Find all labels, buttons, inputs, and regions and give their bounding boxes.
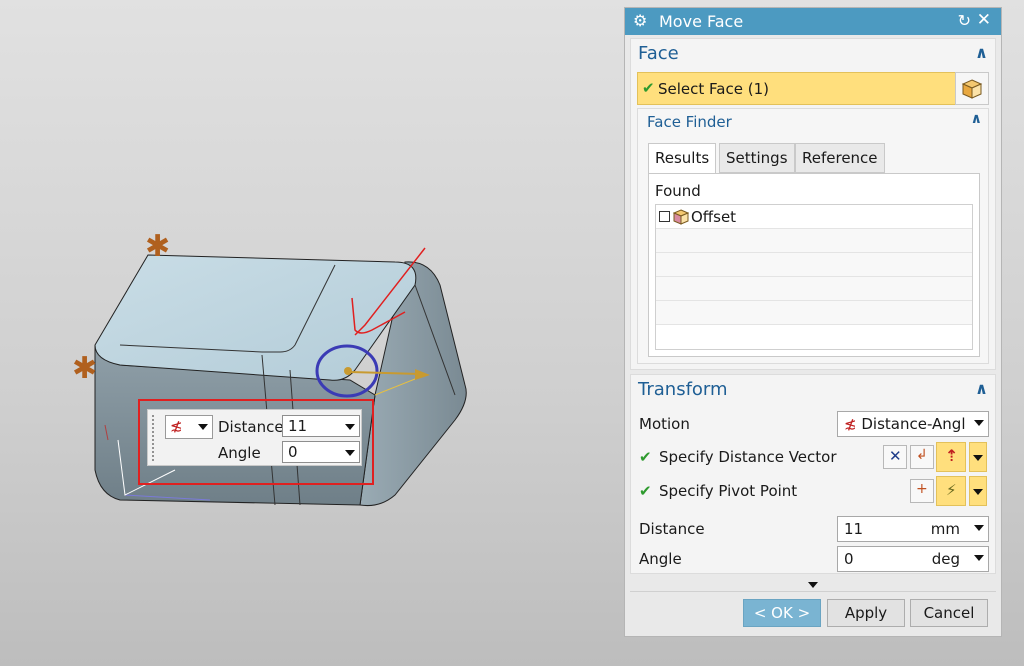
show-more-icon[interactable]	[808, 582, 818, 588]
distance-angle-icon: ≴	[844, 415, 857, 433]
gear-icon[interactable]: ⚙	[633, 11, 647, 30]
motion-dropdown[interactable]: ≴ Distance-Angl	[837, 411, 989, 437]
reverse-direction-icon: ↲	[916, 447, 928, 463]
transform-group-header: Transform	[638, 379, 728, 400]
vector-cross-icon: ✕	[889, 447, 902, 465]
drag-handle[interactable]	[151, 414, 156, 463]
check-icon: ✔	[639, 482, 652, 500]
osi-distance-label: Distance	[218, 418, 284, 436]
apply-button[interactable]: Apply	[827, 599, 905, 627]
face-finder-panel: Face Finder ∧ Results Settings Reference…	[637, 108, 989, 364]
chevron-down-icon	[974, 555, 984, 561]
angle-label: Angle	[639, 550, 682, 568]
inferred-point-button[interactable]: ⚡	[936, 476, 966, 506]
chevron-down-icon	[345, 424, 355, 430]
osi-distance-field[interactable]: 11	[282, 415, 360, 437]
check-icon: ✔	[642, 79, 655, 97]
distance-unit: mm	[930, 520, 960, 538]
point-dialog-button[interactable]: +	[910, 479, 934, 503]
osi-angle-field[interactable]: 0	[282, 441, 360, 463]
angle-unit: deg	[931, 550, 960, 568]
face-group-header: Face	[638, 43, 679, 64]
motion-type-dropdown[interactable]: ≴	[165, 415, 213, 439]
dialog-title: Move Face	[659, 12, 744, 31]
inferred-vector-button[interactable]: ⇡	[936, 442, 966, 472]
on-screen-input-box: ≴ Distance 11 Angle 0	[147, 409, 362, 466]
list-item	[656, 229, 972, 253]
results-list: Offset	[655, 204, 973, 350]
move-face-dialog: ⚙ Move Face ↻ ✕ Face ∧ ✔ Select Face (1)…	[624, 7, 1002, 637]
face-selection-button[interactable]	[955, 72, 989, 105]
angle-field[interactable]: 0 deg	[837, 546, 989, 572]
select-face-row[interactable]: ✔ Select Face (1)	[637, 72, 989, 105]
collapse-icon[interactable]: ∧	[975, 379, 988, 398]
vector-dialog-button[interactable]: ✕	[883, 445, 907, 469]
vector-options-dropdown[interactable]	[969, 442, 987, 472]
reset-icon[interactable]: ↻	[958, 11, 971, 30]
result-label: Offset	[691, 208, 737, 226]
osi-angle-label: Angle	[218, 444, 261, 462]
collapse-icon[interactable]: ∧	[971, 111, 982, 127]
tab-results[interactable]: Results	[648, 143, 717, 175]
close-icon[interactable]: ✕	[977, 10, 991, 30]
graphics-viewport[interactable]: ✱ ✱ ≴ Distance 11 Angle 0	[0, 0, 624, 666]
reverse-direction-button[interactable]: ↲	[910, 445, 934, 469]
inferred-point-icon: ⚡	[946, 481, 957, 499]
chevron-down-icon	[198, 424, 208, 430]
cancel-button[interactable]: Cancel	[910, 599, 988, 627]
inferred-vector-icon: ⇡	[945, 446, 959, 465]
found-label: Found	[655, 182, 701, 200]
motion-value: Distance-Angl	[861, 415, 966, 433]
distance-value: 11	[844, 520, 864, 538]
angle-value: 0	[844, 550, 854, 568]
collapse-icon[interactable]: ∧	[975, 43, 988, 62]
motion-label: Motion	[639, 415, 690, 433]
tab-settings[interactable]: Settings	[719, 143, 795, 173]
select-face-label: Select Face (1)	[658, 80, 769, 98]
star-marker-icon: ✱	[145, 229, 170, 264]
cube-icon	[961, 79, 983, 99]
transform-group: Transform ∧ Motion ≴ Distance-Angl ✔ Spe…	[630, 374, 996, 574]
face-finder-header: Face Finder	[647, 113, 732, 131]
distance-label: Distance	[639, 520, 705, 538]
list-item	[656, 277, 972, 301]
part-model: ✱ ✱	[72, 229, 467, 506]
check-icon: ✔	[639, 448, 652, 466]
point-dialog-icon: +	[916, 481, 928, 497]
tab-reference[interactable]: Reference	[795, 143, 885, 173]
chevron-down-icon	[973, 489, 983, 495]
list-item	[656, 253, 972, 277]
chevron-down-icon	[973, 455, 983, 461]
chevron-down-icon	[974, 420, 984, 426]
list-item	[656, 301, 972, 325]
pivot-point-label: Specify Pivot Point	[659, 482, 798, 500]
divider	[630, 591, 996, 592]
dialog-titlebar[interactable]: ⚙ Move Face ↻ ✕	[625, 8, 1001, 35]
result-checkbox[interactable]	[659, 211, 670, 222]
ok-button[interactable]: < OK >	[743, 599, 821, 627]
osi-distance-value: 11	[288, 417, 308, 435]
point-options-dropdown[interactable]	[969, 476, 987, 506]
chevron-down-icon	[974, 525, 984, 531]
distance-angle-icon: ≴	[170, 417, 183, 435]
results-pane: Found Offset	[648, 173, 980, 357]
distance-field[interactable]: 11 mm	[837, 516, 989, 542]
offset-face-icon	[673, 209, 689, 225]
star-marker-icon: ✱	[72, 351, 97, 386]
osi-angle-value: 0	[288, 443, 298, 461]
distance-vector-label: Specify Distance Vector	[659, 448, 837, 466]
list-item[interactable]: Offset	[656, 205, 972, 229]
chevron-down-icon	[345, 450, 355, 456]
